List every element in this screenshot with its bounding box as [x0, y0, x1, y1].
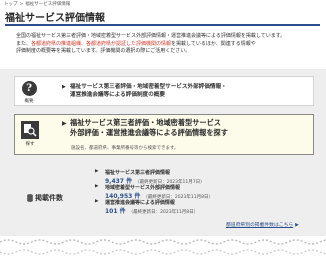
- chevron-right-icon: ▶: [295, 223, 299, 228]
- question-icon: ?: [21, 81, 37, 96]
- intro-text: 全国の福祉サービス第三者評価・地域密着型サービス外部評価情報・運営推進会議等によ…: [16, 33, 316, 56]
- overview-icon-box: ? 概要: [19, 81, 39, 104]
- overview-title-line-2: 運営推進会議等による評価制度の概要: [70, 92, 165, 98]
- breadcrumb-current: 福祉サービス評価情報: [25, 2, 71, 7]
- stat-count: 101 件（最終更新日：2023年11月8日）: [105, 208, 199, 215]
- decorative-wave-divider: [0, 236, 326, 264]
- overview-card-title: 福祉サービス第三者評価・地域密着型サービス外部評価情報・ 運営推進会議等による評…: [70, 83, 227, 99]
- breadcrumb: トップ > 福祉サービス評価情報: [4, 1, 70, 7]
- search-card-subtitle: 施設名、都道府県、事業所番号等から検索できます。: [71, 146, 179, 151]
- search-caption: 探す: [25, 142, 35, 147]
- intro-line-2-post: を掲載しているほか、関連する情報や: [171, 40, 256, 47]
- stat-name[interactable]: 地域密着型サービス外部評価情報: [105, 184, 213, 191]
- chevron-right-icon: ▶: [62, 120, 67, 127]
- search-card-title: 福祉サービス第三者評価・地域密着型サービス 外部評価・運営推進会議等による評価情…: [70, 118, 228, 138]
- search-icon-box: 探す: [19, 121, 41, 151]
- stats-label: 掲載件数: [35, 194, 63, 202]
- intro-line-1: 全国の福祉サービス第三者評価・地域密着型サービス外部評価情報・運営推進会議等によ…: [16, 33, 286, 39]
- stat-item: ▶ 福祉サービス第三者評価情報 9,437 件（最終更新日：2023年11月7日…: [95, 169, 205, 185]
- title-underline: [5, 24, 320, 26]
- prefecture-counts-link[interactable]: 都道府県別の掲載件数はこちら ▶: [226, 221, 299, 228]
- stat-name[interactable]: 運営推進会議等による評価情報: [105, 199, 198, 206]
- triangle-right-icon: ▶: [95, 199, 99, 204]
- stat-item: ▶ 地域密着型サービス外部評価情報 140,953 件（最終更新日：2023年1…: [95, 184, 213, 200]
- search-icon: [21, 121, 39, 139]
- search-title-line-2: 外部評価・運営推進会議等による評価情報を探す: [70, 128, 228, 137]
- page-title: 福祉サービス評価情報: [5, 13, 105, 24]
- intro-line-3: 評価制度の概要等を掲載しています。評価機関の選択の際にご活用ください。: [16, 48, 191, 55]
- overview-caption: 概要: [24, 99, 34, 104]
- stats-section: 掲載件数 ▶ 福祉サービス第三者評価情報 9,437 件（最終更新日：2023年…: [0, 164, 326, 236]
- overview-title-line-1: 福祉サービス第三者評価・地域密着型サービス外部評価情報・: [70, 84, 227, 90]
- chevron-right-icon: ▶: [62, 84, 66, 90]
- breadcrumb-separator: >: [19, 2, 24, 7]
- overview-card[interactable]: ? 概要 ▶ 福祉サービス第三者評価・地域密着型サービス外部評価情報・ 運営推進…: [14, 76, 314, 106]
- search-title-line-1: 福祉サービス第三者評価・地域密着型サービス: [70, 118, 221, 127]
- triangle-right-icon: ▶: [95, 184, 99, 189]
- prefecture-counts-link-label: 都道府県別の掲載件数はこちら: [226, 223, 294, 228]
- database-icon: [27, 194, 33, 202]
- breadcrumb-home-link[interactable]: トップ: [4, 2, 18, 7]
- stat-name[interactable]: 福祉サービス第三者評価情報: [105, 169, 205, 176]
- intro-line-2-pre: また、: [16, 40, 32, 47]
- intro-highlight-text: 各都道府県の推進組織、各都道府県が認証した評価機関の情報: [31, 40, 172, 47]
- triangle-right-icon: ▶: [95, 169, 99, 174]
- search-card[interactable]: 探す ▶ 福祉サービス第三者評価・地域密着型サービス 外部評価・運営推進会議等に…: [14, 114, 314, 155]
- stat-date: （最終更新日：2023年11月8日）: [128, 210, 199, 215]
- stat-item: ▶ 運営推進会議等による評価情報 101 件（最終更新日：2023年11月8日）: [95, 199, 199, 215]
